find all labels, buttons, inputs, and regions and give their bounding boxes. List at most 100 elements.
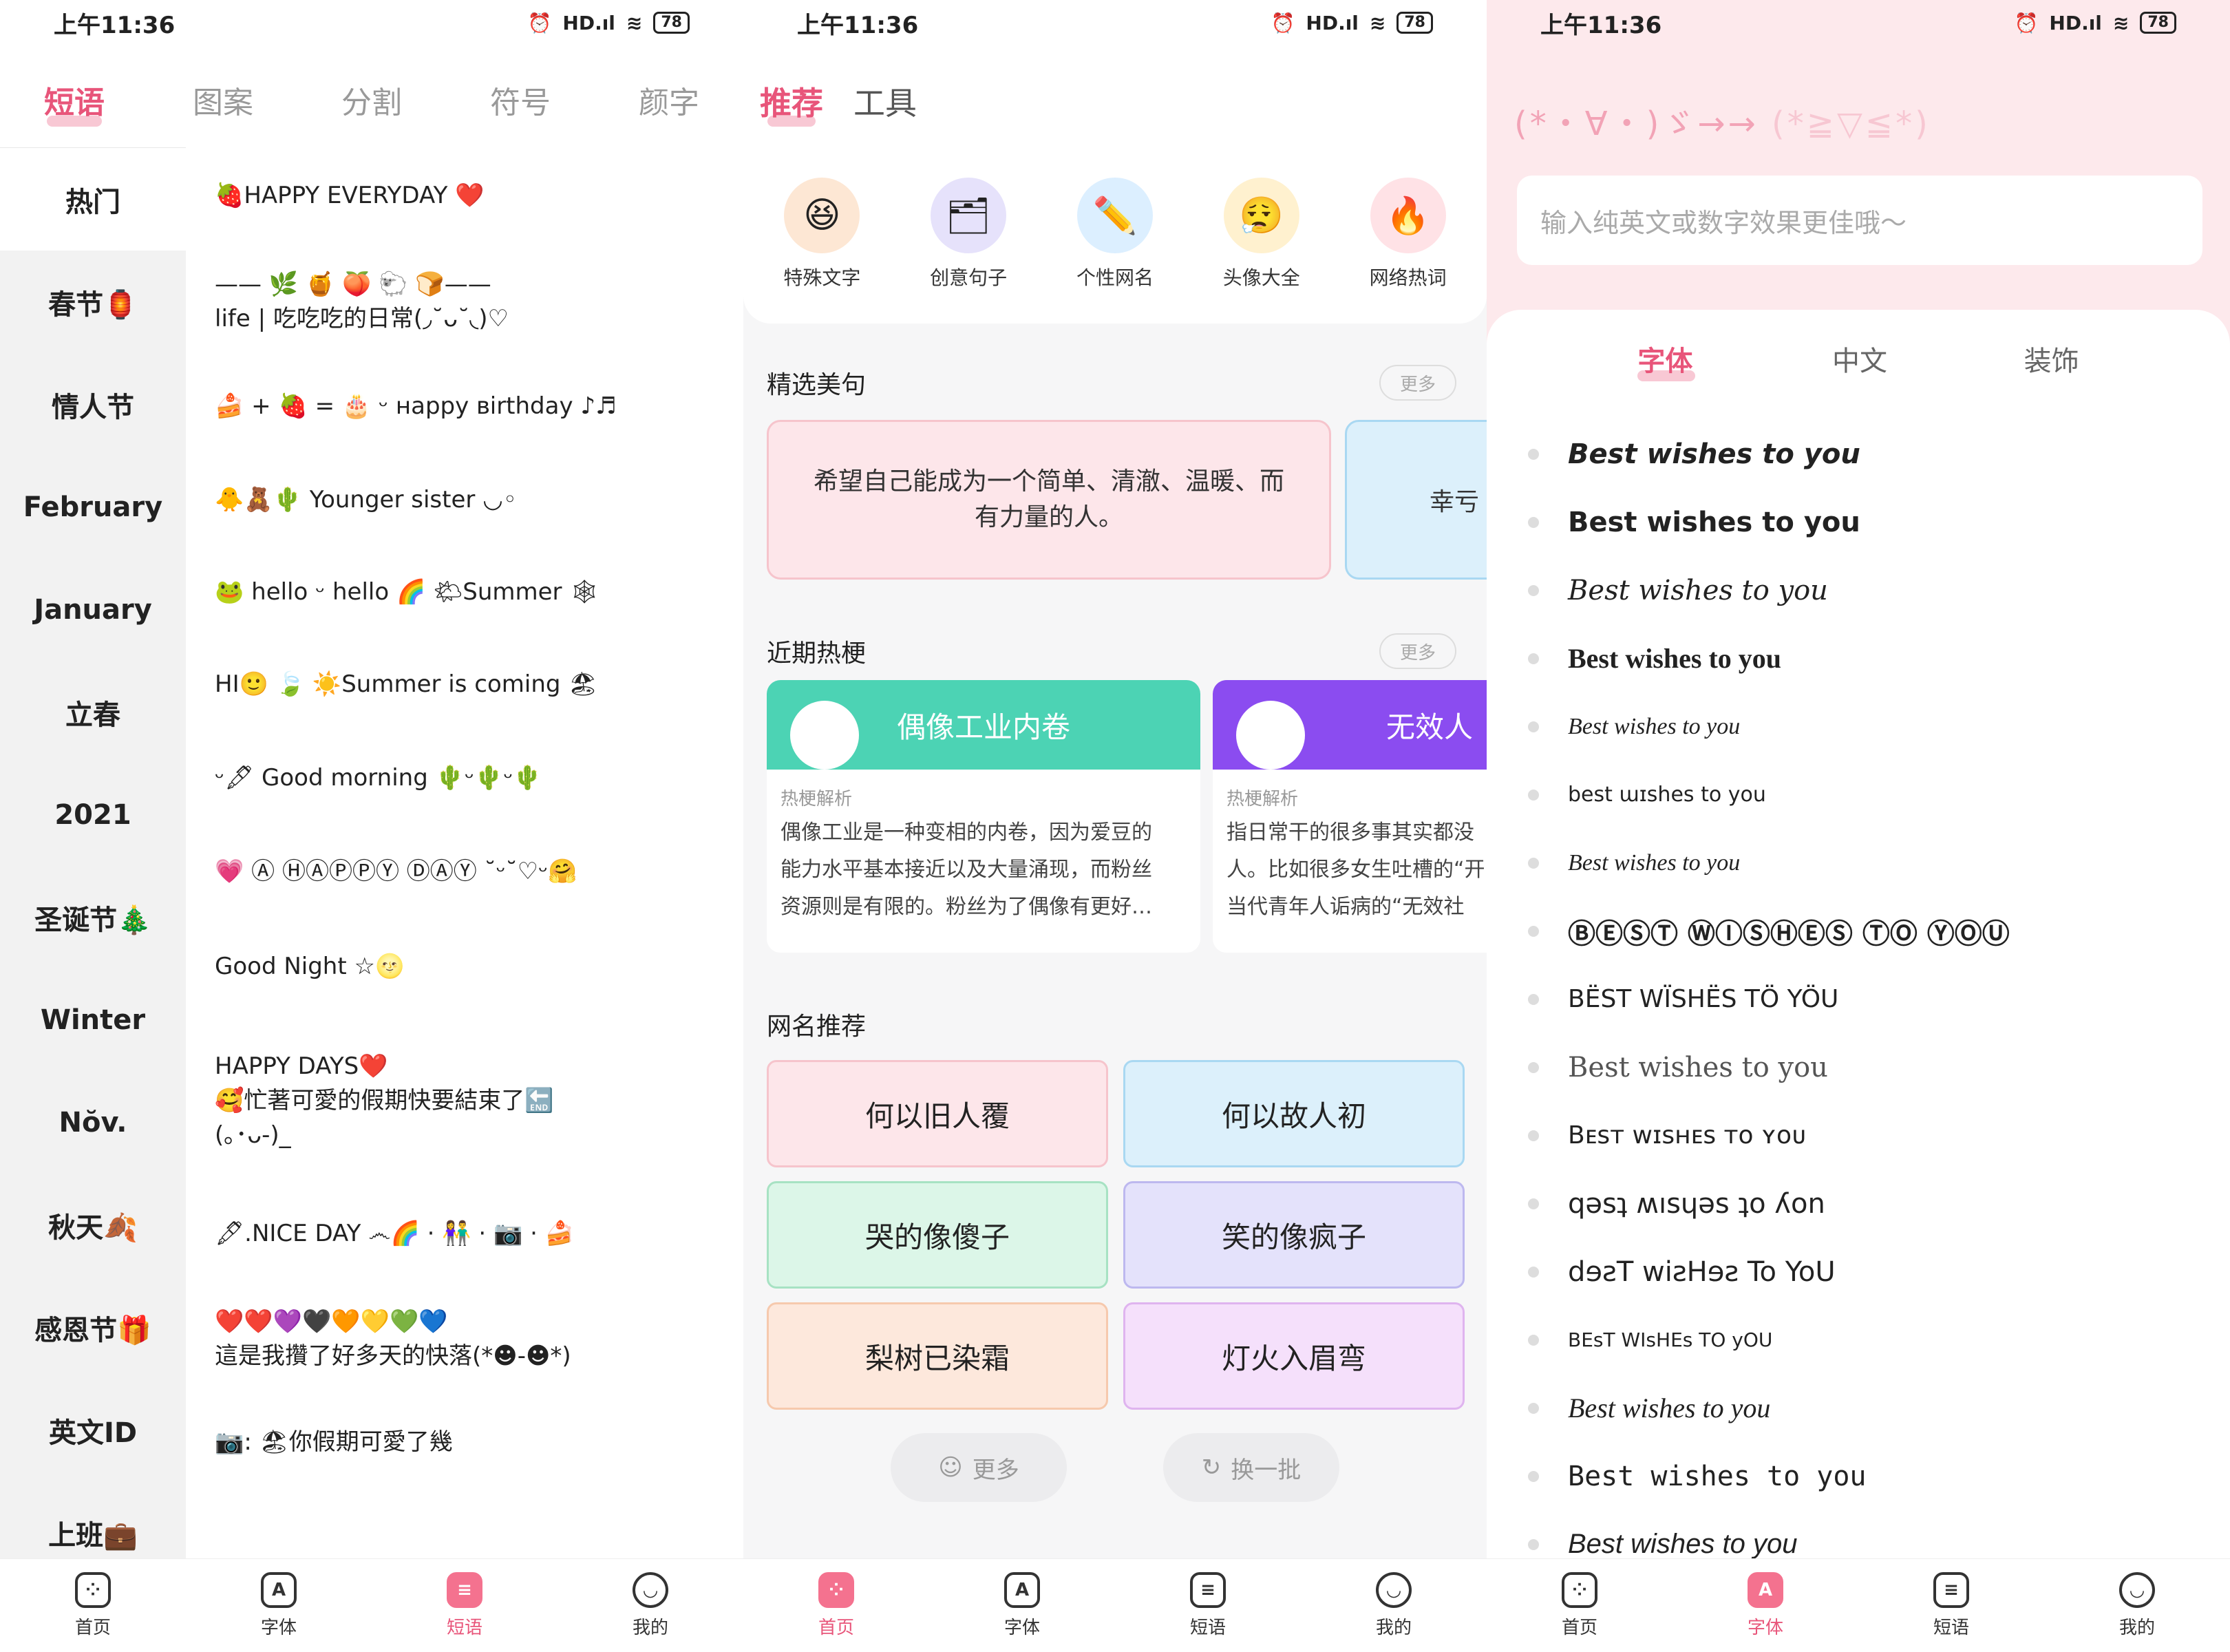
bullet-icon xyxy=(1528,925,1539,937)
font-style-item[interactable]: Best wishes to you xyxy=(1487,1374,2230,1442)
more-quotes-button[interactable]: 更多 xyxy=(1379,365,1456,401)
font-text-input[interactable]: 输入纯英文或数字效果更佳哦～ xyxy=(1517,176,2202,265)
font-sample: Best wishes to you xyxy=(1568,506,1860,538)
phrase-item[interactable]: ᵕ🖋 Good morning 🌵ᵕ🌵ᵕ🌵 xyxy=(215,731,730,825)
nav-mine[interactable]: ◡ 我的 xyxy=(558,1559,743,1652)
font-style-item[interactable]: Best wishes to you xyxy=(1487,420,2230,488)
nav-home[interactable]: ⁘ 首页 xyxy=(743,1559,929,1652)
nav-fonts[interactable]: A 字体 xyxy=(1672,1559,1858,1652)
sidebar-item[interactable]: January xyxy=(0,558,186,661)
nav-phrases[interactable]: ≡ 短语 xyxy=(1115,1559,1301,1652)
font-style-item[interactable]: Best wishes to you xyxy=(1487,556,2230,624)
font-style-item[interactable]: BËST WÏSHËS TÖ YÖU xyxy=(1487,965,2230,1033)
sidebar-item[interactable]: 情人节 xyxy=(0,353,186,456)
nav-fonts[interactable]: A 字体 xyxy=(186,1559,372,1652)
tab-dividers[interactable]: 分割 xyxy=(297,76,446,145)
tab-decor[interactable]: 装饰 xyxy=(2024,337,2079,385)
phrase-item[interactable]: 💗 Ⓐ ⒽⒶⓅⓅⓎ ⒹⒶⓎ ˘ᵕ˘♡ᵕ🤗 xyxy=(215,825,730,918)
home-screen: 上午11:36 ⏰ HD.ıl ≋ 78 推荐 工具 😆 特殊文字 🗂 创意句子 ✏️ 个… xyxy=(743,0,1487,1652)
tab-tools[interactable]: 工具 xyxy=(853,76,917,131)
phrase-item[interactable]: HI🙂 🍃 ☀️Summer is coming 🏖 xyxy=(215,637,730,731)
font-style-item[interactable]: dɘƨT wiƨHɘƨ To YoU xyxy=(1487,1238,2230,1306)
font-style-item[interactable]: Best wishes to you xyxy=(1487,692,2230,761)
shortcut-icon: 😆 xyxy=(784,178,860,253)
sidebar-item[interactable]: 感恩节🎁 xyxy=(0,1276,186,1379)
sidebar-item[interactable]: February xyxy=(0,456,186,558)
sidebar-item[interactable]: 圣诞节🎄 xyxy=(0,866,186,968)
phrase-item[interactable]: 📷: 🏖你假期可愛了幾 xyxy=(215,1397,730,1487)
nickname-card[interactable]: 灯火入眉弯 xyxy=(1123,1302,1465,1410)
quote-card-next[interactable]: 幸亏 xyxy=(1345,420,1487,580)
tab-chinese[interactable]: 中文 xyxy=(1832,337,1887,385)
shortcut-item[interactable]: 😮‍💨 头像大全 xyxy=(1193,178,1330,290)
font-style-item[interactable]: Bᴇsᴛ ᴡɪsʜᴇs ᴛᴏ ʏᴏᴜ xyxy=(1487,1101,2230,1169)
sidebar-item[interactable]: 热门 xyxy=(0,148,186,251)
sidebar-item[interactable]: Winter xyxy=(0,968,186,1071)
nickname-card[interactable]: 笑的像疯子 xyxy=(1123,1181,1465,1289)
tab-font[interactable]: 字体 xyxy=(1637,337,1696,385)
tab-phrases[interactable]: 短语 xyxy=(0,76,149,145)
shortcut-item[interactable]: 🔥 网络热词 xyxy=(1339,178,1477,290)
nickname-card[interactable]: 哭的像傻子 xyxy=(767,1181,1108,1289)
meme-description: 指日常干的很多事其实都没 人。比如很多女生吐槽的“开 当代青年人诟病的“无效社 xyxy=(1226,820,1485,919)
shortcut-item[interactable]: 🗂 创意句子 xyxy=(900,178,1037,290)
shortcut-item[interactable]: ✏️ 个性网名 xyxy=(1046,178,1184,290)
meme-card[interactable]: 无效人 热梗解析 指日常干的很多事其实都没 人。比如很多女生吐槽的“开 当代青年人诟… xyxy=(1213,680,1487,953)
nav-phrases[interactable]: ≡ 短语 xyxy=(1858,1559,2044,1652)
font-style-item[interactable]: Best wishes to you xyxy=(1487,1033,2230,1101)
battery-icon: 78 xyxy=(2140,12,2176,34)
meme-card[interactable]: 偶像工业内卷 热梗解析 偶像工业是一种变相的内卷，因为爱豆的 能力水平基本接近以及大… xyxy=(767,680,1200,953)
quote-card[interactable]: 希望自己能成为一个简单、清澈、温暖、而有力量的人。 xyxy=(767,420,1331,580)
phrase-item[interactable]: HAPPY DAYS❤️ 🥰忙著可愛的假期快要結束了🔚 (｡･ᴗ-)_ xyxy=(215,1015,730,1187)
phrase-item[interactable]: 🖋.NICE DAY ෴🌈 · 👫 · 📷 · 🍰 xyxy=(215,1187,730,1280)
more-names-button[interactable]: ☺ 更多 xyxy=(891,1433,1067,1502)
font-sample: Best wishes to you xyxy=(1568,1529,1798,1559)
sidebar-item[interactable]: 春节🏮 xyxy=(0,251,186,353)
font-style-item[interactable]: Best wishes to you xyxy=(1487,829,2230,897)
sidebar-item[interactable]: 立春 xyxy=(0,661,186,763)
sidebar-item[interactable]: Nŏv. xyxy=(0,1071,186,1174)
phrase-item[interactable]: 🐸 hello ᵕ hello 🌈 🌤Summer 🕸 xyxy=(215,547,730,637)
font-sample: ⒷⒺⓈⓉ ⓌⒾⓈⒽⒺⓈ ⓉⓄ ⓎⓄⓊ xyxy=(1568,918,2010,950)
more-memes-button[interactable]: 更多 xyxy=(1379,633,1456,669)
nav-home[interactable]: ⁘ 首页 xyxy=(0,1559,186,1652)
tab-kaomoji[interactable]: 颜字 xyxy=(595,76,743,145)
status-bar: 上午11:36 ⏰ HD.ıl ≋ 78 xyxy=(1487,0,2230,45)
nickname-card[interactable]: 何以旧人覆 xyxy=(767,1060,1108,1167)
sidebar-item[interactable]: 英文ID xyxy=(0,1379,186,1481)
nickname-card[interactable]: 何以故人初 xyxy=(1123,1060,1465,1167)
status-time: 上午11:36 xyxy=(54,11,176,39)
phrase-item[interactable]: 🍓HAPPY EVERYDAY ❤️ xyxy=(215,147,730,244)
tab-symbols[interactable]: 符号 xyxy=(446,76,595,145)
font-style-item[interactable]: Best wishes to you xyxy=(1487,624,2230,692)
alarm-icon: ⏰ xyxy=(1271,11,1295,34)
nav-mine[interactable]: ◡ 我的 xyxy=(1301,1559,1487,1652)
font-style-item[interactable]: Best wishes to you xyxy=(1487,1442,2230,1510)
nav-fonts[interactable]: A 字体 xyxy=(929,1559,1115,1652)
phrase-item[interactable]: —— 🌿 🍯 🍑 🐑 🍞—— life | 吃吃吃的日常(◞˘ᴗ˘◟)♡ xyxy=(215,244,730,359)
phrase-item[interactable]: ❤️❤️💜🖤🧡💛💚💙 這是我攢了好多天的快落(*☻-☻*) xyxy=(215,1280,730,1397)
phrase-item[interactable]: 🍰 + 🍓 = 🎂 ᵕ ʜappy ʙirthday ♪♬ xyxy=(215,359,730,453)
refresh-button[interactable]: ↻ 换一批 xyxy=(1163,1433,1339,1502)
font-style-item[interactable]: Best wishes to you xyxy=(1487,488,2230,556)
font-style-item[interactable]: ⒷⒺⓈⓉ ⓌⒾⓈⒽⒺⓈ ⓉⓄ ⓎⓄⓊ xyxy=(1487,897,2230,965)
bullet-icon xyxy=(1528,1334,1539,1346)
font-style-item[interactable]: qəsʇ ʍısɥəs ʇo ʎon xyxy=(1487,1169,2230,1238)
shortcut-item[interactable]: 😆 特殊文字 xyxy=(753,178,891,290)
nav-mine[interactable]: ◡ 我的 xyxy=(2044,1559,2230,1652)
phrase-item[interactable]: Good Night ☆🌝 xyxy=(215,918,730,1015)
sidebar-item[interactable]: 秋天🍂 xyxy=(0,1174,186,1276)
tab-patterns[interactable]: 图案 xyxy=(149,76,297,145)
battery-icon: 78 xyxy=(1397,12,1433,34)
font-style-item[interactable]: BEsT WIsHEs TO yOU xyxy=(1487,1306,2230,1374)
nickname-card[interactable]: 梨树已染霜 xyxy=(767,1302,1108,1410)
sidebar-item[interactable]: 2021 xyxy=(0,763,186,866)
font-sample: Best wishes to you xyxy=(1568,849,1741,876)
phrase-item[interactable]: 🐥🧸🌵 Younger sister ◡◦ xyxy=(215,453,730,547)
tab-recommend[interactable]: 推荐 xyxy=(760,76,823,131)
bullet-icon xyxy=(1528,1470,1539,1482)
nav-phrases[interactable]: ≡ 短语 xyxy=(372,1559,558,1652)
meme-tag: 热梗解析 xyxy=(1226,789,1299,809)
font-style-item[interactable]: best ɯɪshes to you xyxy=(1487,761,2230,829)
nav-home[interactable]: ⁘ 首页 xyxy=(1487,1559,1672,1652)
